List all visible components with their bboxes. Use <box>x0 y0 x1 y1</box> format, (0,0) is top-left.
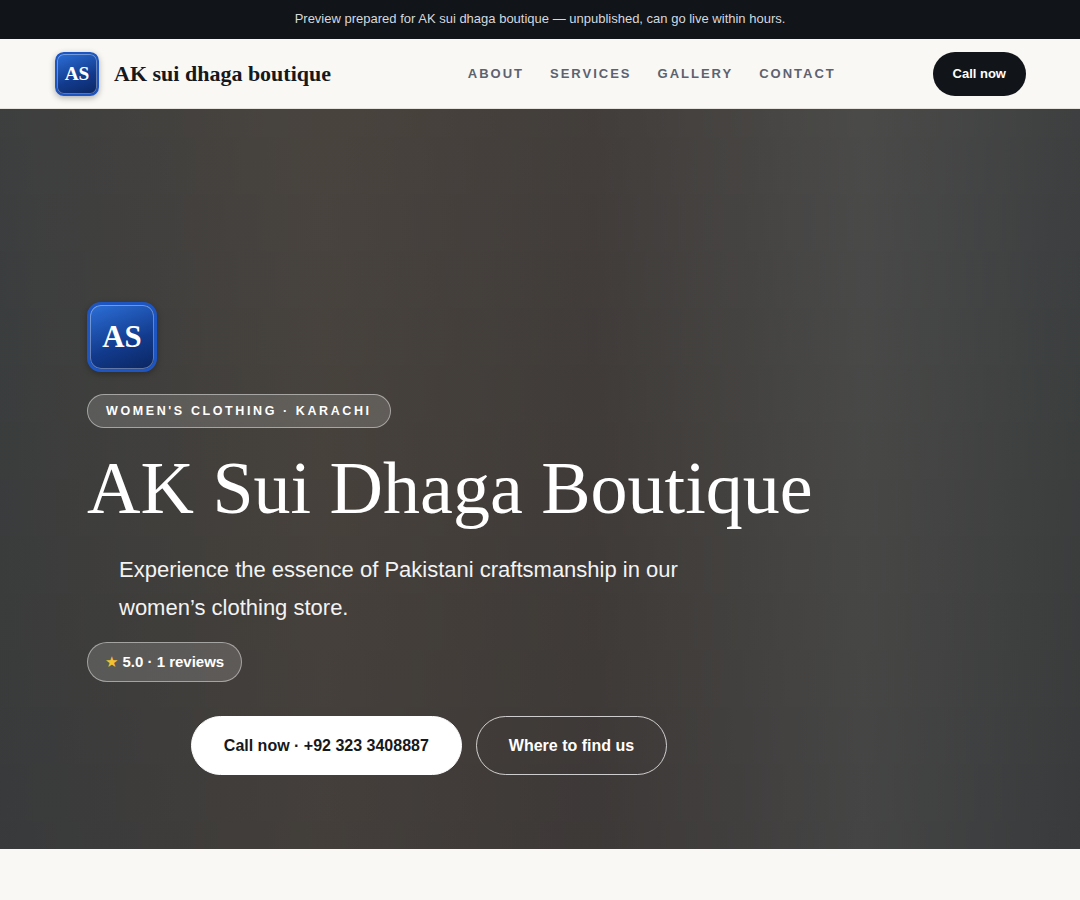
hero-actions: Call now · +92 323 3408887Where to find … <box>87 716 771 775</box>
brand-name: AK sui dhaga boutique <box>114 61 331 87</box>
site-header: AS AK sui dhaga boutique ABOUT SERVICES GALL… <box>0 39 1080 109</box>
call-button[interactable]: Call now <box>933 52 1026 96</box>
hero-title: AK Sui Dhaga Boutique <box>87 448 813 529</box>
star-icon: ★ <box>105 653 118 671</box>
find-us-button[interactable]: Where to find us <box>476 716 667 775</box>
preview-banner: Preview prepared for AK sui dhaga boutiq… <box>0 0 1080 39</box>
main-nav: ABOUT SERVICES GALLERY CONTACT <box>468 66 836 81</box>
hero-content: ASWOMEN'S CLOTHING · KARACHIAK Sui Dhaga… <box>87 302 771 775</box>
next-section <box>0 849 1080 900</box>
rating-badge: ★5.0 · 1 reviews <box>87 642 242 682</box>
category-badge: WOMEN'S CLOTHING · KARACHI <box>87 394 391 428</box>
call-now-button[interactable]: Call now · +92 323 3408887 <box>191 716 462 775</box>
nav-link[interactable]: GALLERY <box>658 66 734 81</box>
brand[interactable]: AS AK sui dhaga boutique <box>55 52 331 96</box>
nav-link[interactable]: ABOUT <box>468 66 524 81</box>
hero-subtitle: Experience the essence of Pakistani craf… <box>119 551 699 626</box>
nav-link[interactable]: CONTACT <box>759 66 836 81</box>
hero-logo: AS <box>87 302 157 372</box>
hero: AS WOMEN'S CLOTHING · KARACHI AK Sui Dhaga… <box>0 109 1080 849</box>
brand-logo: AS <box>55 52 99 96</box>
nav-link[interactable]: SERVICES <box>550 66 632 81</box>
